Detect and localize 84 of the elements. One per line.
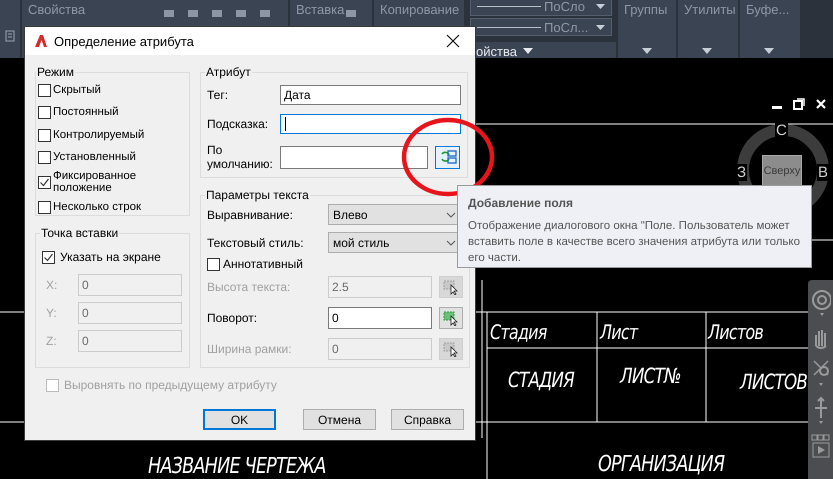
input-field[interactable]: 0 [328,307,432,329]
pick-point-icon [443,310,459,326]
pick-point-button[interactable] [439,307,463,329]
field-label: По умолчанию: [207,143,274,171]
linetype-dropdown[interactable]: ПоСло [470,0,612,16]
checkbox-label: Выровнять по предыдущему атрибуту [64,378,277,392]
field-label: Z: [45,334,58,348]
list-icon[interactable] [5,30,15,42]
input-field[interactable] [280,114,461,134]
field-list-icon [438,150,456,164]
field-label: Ширина рамки: [207,342,293,356]
checkbox-label: Контролируемый [53,129,144,141]
compass-label[interactable]: С [775,122,788,139]
chevron-down-icon [446,212,456,218]
tooltip-text: Отображение диалогового окна "Поле. Пользователь может вставить поле в качестве всего значения атрибута или только его части. [468,219,801,266]
panel-title[interactable]: Вставка [296,2,344,17]
checkbox[interactable] [38,106,51,118]
close-icon [446,34,460,48]
compass-label[interactable]: З [736,164,748,181]
checkbox[interactable] [207,258,220,270]
panel-title[interactable]: Буфе... [746,2,790,17]
viewcube-face[interactable]: Сверху [762,155,802,187]
group-title: Точка вставки [40,226,120,240]
input-field[interactable]: Дата [280,85,461,105]
dialog-button[interactable]: Отмена [303,409,376,430]
insert-field-button[interactable] [435,146,460,168]
caret-icon [596,24,605,30]
group-title: Атрибут [205,65,252,79]
caret-icon[interactable] [642,48,652,54]
panel-title[interactable]: Свойства [28,2,86,17]
checkbox-label: Аннотативный [223,257,303,271]
drawing-text: НАЗВАНИЕ ЧЕРТЕЖА [148,454,326,479]
caret-icon[interactable] [522,48,533,54]
checkbox-label: Постоянный [53,106,119,118]
drawing-text: ЛИСТ№ [620,364,681,388]
dialog-title: Определение атрибута [54,34,194,48]
checkbox[interactable] [38,84,51,96]
play-icon[interactable] [810,434,830,460]
panel-title[interactable]: Утилиты [684,2,736,17]
steering-wheel-icon[interactable] [810,288,830,318]
zoom-icon[interactable] [810,358,830,388]
drawing-text: Стадия [490,320,547,344]
drawing-text: Листов [708,320,763,344]
checkbox[interactable] [38,128,51,142]
caret-icon [596,4,605,8]
group-title: Параметры текста [205,188,310,202]
field-label: X: [45,278,58,292]
drawing-text: Лист [600,320,638,344]
checkbox-label: Фиксированное положение [53,170,138,194]
field-label: Поворот: [207,311,258,325]
pick-point-icon [443,341,459,357]
checkbox-label: Скрытый [53,84,101,96]
checkbox-label: Несколько строк [53,201,142,213]
tooltip-title: Добавление поля [468,196,574,210]
checkbox[interactable] [38,150,51,164]
panel-title[interactable]: Группы [624,2,668,17]
field-label: Текстовый стиль: [207,236,305,250]
field-label: Y: [45,306,58,320]
drawing-text: СТАДИЯ [508,368,574,392]
caret-icon[interactable] [764,48,774,54]
close-icon[interactable] [815,98,827,110]
compass-label[interactable]: В [817,164,830,181]
caret-icon[interactable] [702,48,712,54]
dialog-button[interactable]: OK [203,409,276,430]
restore-icon[interactable] [793,98,805,110]
input-field[interactable] [280,146,428,168]
app-logo-icon [34,34,48,48]
field-label: Тег: [207,88,230,102]
drawing-text: ЛИСТОВ [740,370,808,394]
drawing-text: ОРГАНИЗАЦИЯ [598,452,724,477]
dialog-button[interactable]: Справка [391,409,464,430]
group-title: Режим [36,65,75,79]
panel-title[interactable]: Копирование [380,2,460,17]
field-label: Высота текста: [207,280,292,294]
field-label: Подсказка: [207,117,270,131]
checkbox-label: Установленный [53,151,136,163]
checkbox[interactable] [42,250,55,264]
checkbox[interactable] [38,200,51,214]
checkbox-label: Указать на экране [60,250,161,264]
checkbox[interactable] [38,176,51,188]
chevron-down-icon [446,240,456,246]
field-label: Выравнивание: [207,208,294,222]
pick-point-icon [443,279,459,295]
linetype-dropdown[interactable]: ПоСл... [470,18,612,36]
